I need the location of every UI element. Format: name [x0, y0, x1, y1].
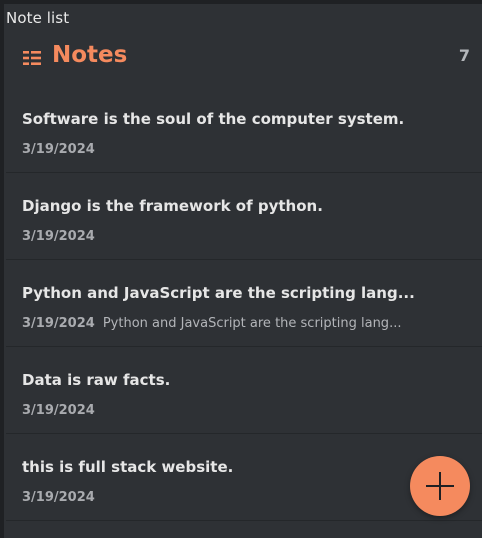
note-meta: 3/19/2024	[22, 403, 103, 418]
note-title: this is full stack website.	[22, 458, 234, 476]
note-meta: 3/19/2024	[22, 229, 103, 244]
note-preview: Python and JavaScript are the scripting …	[102, 316, 402, 331]
note-date: 3/19/2024	[22, 316, 95, 331]
note-meta: 3/19/2024	[22, 490, 103, 505]
note-date: 3/19/2024	[22, 229, 95, 244]
note-date: 3/19/2024	[22, 403, 95, 418]
add-note-button[interactable]	[410, 456, 470, 516]
note-meta: 3/19/2024	[22, 142, 103, 157]
page-title: Notes	[52, 42, 128, 68]
note-date: 3/19/2024	[22, 490, 95, 505]
note-item[interactable]: Python and JavaScript are the scripting …	[6, 260, 482, 347]
note-title: Python and JavaScript are the scripting …	[22, 284, 415, 302]
notes-header: Notes 7	[22, 41, 470, 75]
note-date: 3/19/2024	[22, 142, 95, 157]
note-title: Django is the framework of python.	[22, 197, 323, 215]
top-border	[0, 0, 482, 4]
notes-list: Software is the soul of the computer sys…	[6, 86, 482, 521]
note-item[interactable]: Django is the framework of python. 3/19/…	[6, 173, 482, 260]
note-item[interactable]: Software is the soul of the computer sys…	[6, 86, 482, 173]
left-border	[0, 0, 4, 538]
note-title: Software is the soul of the computer sys…	[22, 110, 405, 128]
note-meta: 3/19/2024 Python and JavaScript are the s…	[22, 316, 401, 331]
notes-count: 7	[458, 46, 470, 65]
plus-icon	[426, 472, 454, 500]
list-menu-icon	[23, 51, 41, 65]
note-item[interactable]: Data is raw facts. 3/19/2024	[6, 347, 482, 434]
page-caption: Note list	[6, 9, 70, 27]
note-title: Data is raw facts.	[22, 371, 171, 389]
